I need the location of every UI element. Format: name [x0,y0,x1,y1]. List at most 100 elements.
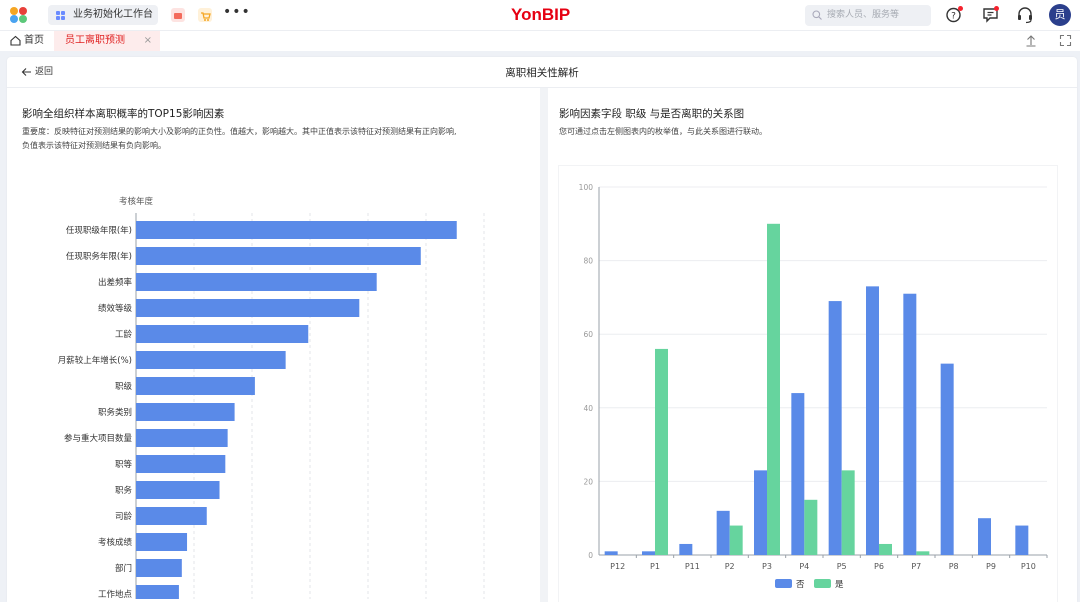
bar-no [940,363,954,555]
category-label: 月薪较上年增长(%) [58,355,132,366]
bar-yes [804,499,818,555]
workbench-tab[interactable]: 业务初始化工作台 [48,5,158,25]
x-tick-label: P11 [685,562,700,571]
message-dot [994,6,999,11]
relation-chart-box: 0 20 40 60 80 100 P12 P1 P11 P2 P3 P4 P5 P6 P7 P8 P9 P10 否… [558,165,1058,602]
category-label: 任现职务年限(年) [66,251,132,262]
legend-swatch [775,579,792,588]
y-tick-label: 100 [579,183,594,192]
svg-text:?: ? [951,12,956,22]
category-label: 出差频率 [98,277,133,288]
bar [136,403,235,421]
y-tick-label: 0 [588,551,593,560]
bar [136,247,421,265]
bar-no [716,510,730,555]
x-tick-label: P2 [725,562,735,571]
close-tab-icon[interactable]: × [144,31,152,51]
x-tick-label: P6 [874,562,884,571]
bar [136,325,309,343]
mail-app-icon[interactable] [171,8,185,22]
importance-desc-line2: 负值表示该特征对预测结果有负向影响。 [22,141,166,150]
notification-dot [958,6,963,11]
x-tick-label: P5 [837,562,847,571]
bar-yes [916,551,930,555]
brand-logo: YonBIP [511,5,571,24]
bar-no [903,293,917,555]
category-label: 绩效等级 [98,303,133,314]
bar-yes [879,543,892,555]
relation-title: 影响因素字段 职级 与是否离职的关系图 [559,108,745,120]
chart-title: 考核年度 [119,196,154,207]
x-tick-label: P12 [610,562,625,571]
bar [136,429,228,447]
bar-no [754,470,767,555]
home-icon [10,35,21,46]
importance-bar-chart: 考核年度00.010.020.030.040.050.06任现职级年限(年)任现… [58,196,485,599]
bar [136,455,226,473]
bar-no [604,551,618,555]
importance-desc-line1: 重要度：反映特征对预测结果的影响大小及影响的正负性。值越大，影响越大。其中正值表… [22,127,457,136]
category-label: 职级 [115,381,133,392]
tab-label: 员工离职预测 [65,35,125,46]
bar-no [978,518,991,555]
x-tick-label: P4 [799,562,809,571]
page-title: 离职相关性解析 [505,67,579,79]
y-tick-label: 60 [583,330,593,339]
legend-label: 否 [796,580,805,590]
tab-attrition-prediction[interactable]: 员工离职预测 × [54,31,160,51]
bar-no [1015,525,1029,555]
bar [136,533,188,551]
x-tick-label: P1 [650,562,660,571]
app-logo-icon[interactable] [10,7,28,23]
x-tick-label: P3 [762,562,772,571]
relation-bar-chart: 0 20 40 60 80 100 P12 P1 P11 P2 P3 P4 P5 P6 P7 P8 P9 P10 否… [579,183,1048,590]
x-tick-label: P9 [986,562,996,571]
avatar[interactable]: 员 [1049,4,1071,26]
fullscreen-icon[interactable] [1059,34,1072,47]
bar-no [866,286,879,555]
category-label: 工作地点 [98,589,133,599]
bar-no [828,301,842,555]
category-label: 司龄 [115,511,133,522]
top-header: 业务初始化工作台 ••• YonBIP 搜索人员、服务等 ? 员 [0,0,1080,31]
bar-no [679,543,693,555]
bar [136,299,360,317]
legend-label: 是 [835,580,844,590]
search-icon [812,10,822,20]
bar [136,351,286,369]
legend-swatch [814,579,831,588]
bar [136,221,457,239]
search-placeholder: 搜索人员、服务等 [827,10,900,20]
category-label: 参与重大项目数量 [64,433,133,444]
bar-yes [655,348,668,555]
tab-bar: 首页 员工离职预测 × [0,31,1080,51]
more-icon[interactable]: ••• [223,4,251,20]
headset-icon[interactable] [1016,6,1034,24]
bar [136,507,207,525]
x-tick-label: P7 [911,562,921,571]
y-tick-label: 80 [583,257,593,266]
main-panel: 返回 离职相关性解析 影响全组织样本离职概率的TOP15影响因素 重要度：反映特… [7,57,1077,602]
bar-yes [767,223,780,556]
bar [136,377,255,395]
cart-app-icon[interactable] [198,8,212,22]
category-label: 任现职级年限(年) [66,225,132,236]
category-label: 工龄 [115,329,133,340]
section-divider [540,88,548,602]
relation-desc: 您可通过点击左侧图表内的枚举值，与此关系图进行联动。 [559,127,767,136]
bar-no [642,551,655,555]
tab-home[interactable]: 首页 [10,34,44,48]
bar [136,273,377,291]
x-tick-label: P10 [1021,562,1036,571]
grid-icon [56,11,65,20]
importance-section: 影响全组织样本离职概率的TOP15影响因素 重要度：反映特征对预测结果的影响大小… [7,88,537,602]
search-input[interactable]: 搜索人员、服务等 [805,5,931,26]
bar [136,481,220,499]
relation-section: 影响因素字段 职级 与是否离职的关系图 您可通过点击左侧图表内的枚举值，与此关系… [548,88,1077,602]
category-label: 职务 [115,485,133,496]
bar-no [791,393,805,555]
bar [136,559,182,577]
x-tick-label: P8 [949,562,959,571]
upload-icon[interactable] [1025,34,1037,47]
category-label: 职务类别 [98,407,132,418]
